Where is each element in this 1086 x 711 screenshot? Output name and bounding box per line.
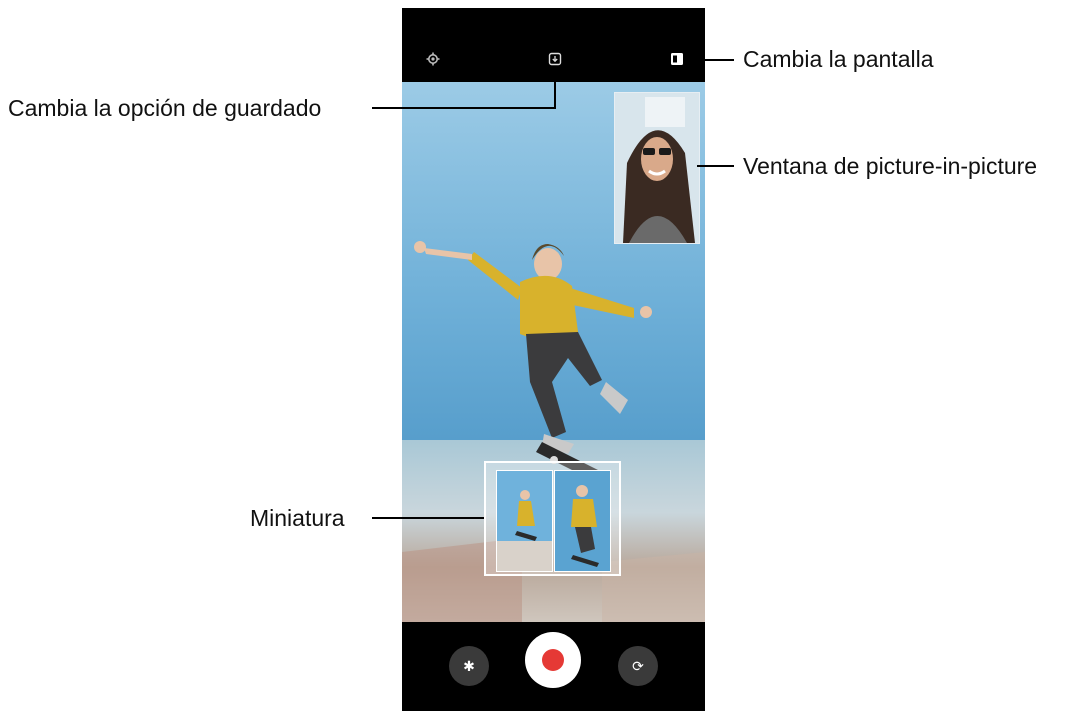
phone-screen: ✱ ⟳ — [402, 8, 705, 711]
pip-selfie-photo — [615, 93, 699, 243]
callout-line-thumbnail — [372, 517, 484, 519]
camera-top-bar — [402, 8, 705, 82]
callout-line-save-option — [372, 107, 556, 109]
pip-window[interactable] — [614, 92, 700, 244]
callout-thumbnail: Miniatura — [250, 505, 345, 531]
record-button[interactable] — [525, 632, 581, 688]
callout-pip-window: Ventana de picture-in-picture — [743, 153, 1038, 179]
callout-line-pip — [697, 165, 734, 167]
callout-save-option: Cambia la opción de guardado — [8, 95, 322, 121]
save-option-icon[interactable] — [548, 52, 562, 66]
thumbnail-preview[interactable] — [484, 461, 621, 576]
thumbnail-image-1 — [496, 470, 553, 572]
callout-line-change-screen — [686, 59, 734, 61]
effects-icon[interactable]: ✱ — [449, 646, 489, 686]
gear-icon[interactable] — [426, 52, 440, 66]
switch-camera-icon[interactable]: ⟳ — [618, 646, 658, 686]
callout-line-save-option-vertical — [554, 72, 556, 108]
camera-bottom-bar: ✱ ⟳ — [402, 622, 705, 711]
screen-switch-icon[interactable] — [670, 52, 684, 66]
thumbnail-image-2 — [554, 470, 611, 572]
callout-change-screen: Cambia la pantalla — [743, 46, 934, 72]
record-dot — [542, 649, 564, 671]
